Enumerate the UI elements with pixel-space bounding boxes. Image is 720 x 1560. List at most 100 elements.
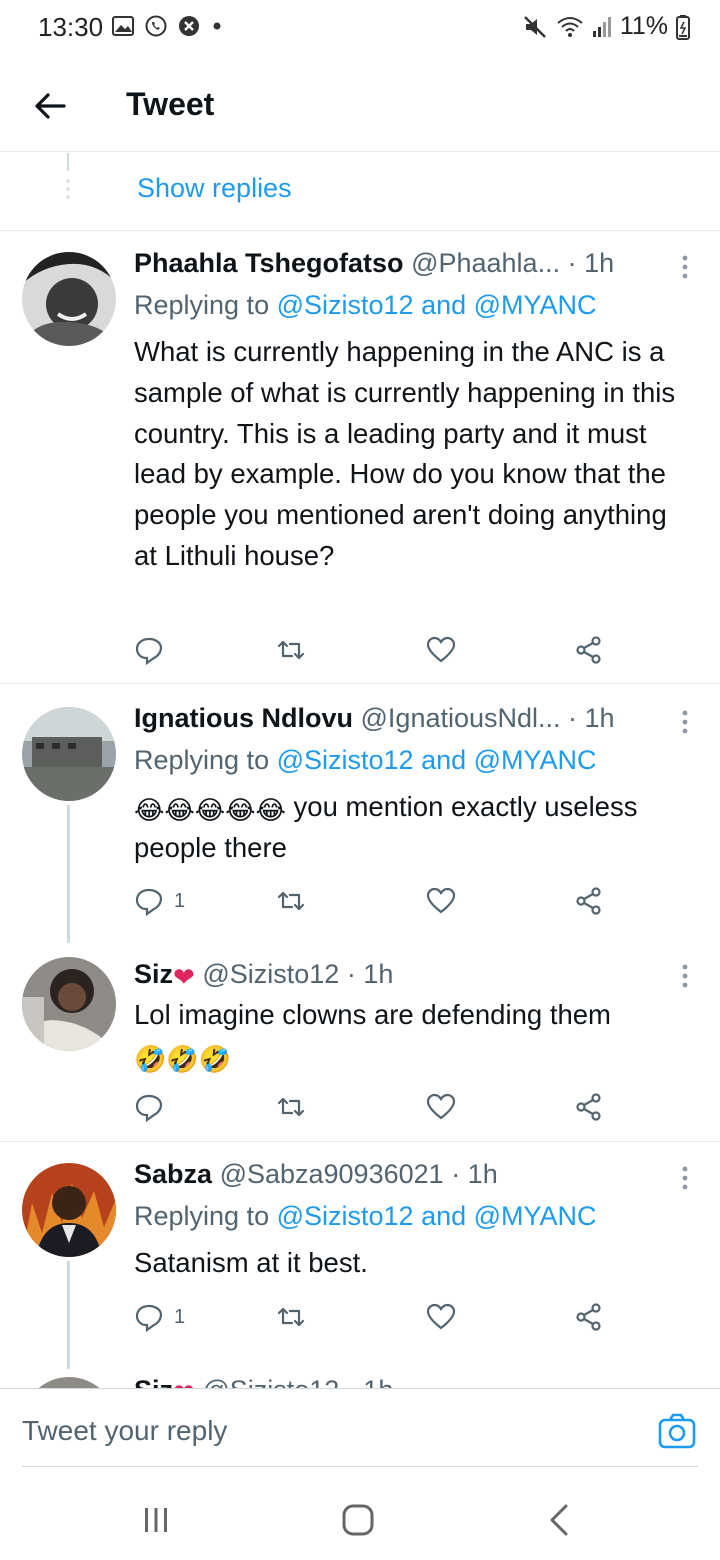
retweet-button[interactable] [276,883,306,919]
thread-connector-dots [66,153,70,199]
share-icon [576,636,601,664]
tweet-author-handle[interactable]: @Phaahla... [411,248,560,278]
tweet-author-handle[interactable]: @IgnatiousNdl... [361,703,561,733]
shield-icon [179,16,199,36]
replying-to-mentions[interactable]: @Sizisto12 and @MYANC [277,1201,597,1231]
replying-to: Replying to @Sizisto12 and @MYANC [134,745,597,775]
laughing-emoji: 😂😂😂😂😂 [134,795,286,825]
tweet-time: · 1h [567,248,615,278]
tweet-time: · 1h [346,959,394,989]
battery-icon [676,14,690,40]
share-button[interactable] [574,1089,604,1125]
tweet-author-name[interactable]: Siz [134,1375,173,1388]
tweet-time: · 1h [451,1159,498,1189]
like-button[interactable] [426,632,456,668]
reply-button[interactable] [134,1089,174,1125]
gallery-icon [112,16,134,36]
thread-line [67,1261,70,1369]
reply-icon [135,1304,163,1332]
tweet-author-handle[interactable]: @Sizisto12 [202,959,339,989]
tweet-time: · 1h [568,703,615,733]
tweet-actions [134,632,614,668]
tweet-author-handle[interactable]: @Sizisto12 [202,1375,339,1388]
reply-icon [135,888,163,916]
wifi-icon [557,16,583,37]
replying-to: Replying to @Sizisto12 and @MYANC [134,1201,597,1231]
more-options-icon[interactable] [680,252,690,282]
avatar[interactable] [22,957,116,1051]
rofl-emoji: 🤣🤣🤣 [134,1043,232,1074]
top-app-bar: Tweet [0,60,720,152]
share-button[interactable] [574,632,604,668]
tweet-text: Satanism at it best. [134,1247,368,1278]
reply-icon [135,1094,163,1122]
home-icon[interactable] [338,1500,378,1540]
tweet-author-name[interactable]: Phaahla Tshegofatso [134,248,404,278]
battery-percent: 11% [619,12,668,40]
more-options-icon[interactable] [680,707,690,737]
like-button[interactable] [426,1299,456,1335]
tweet-text: What is currently happening in the ANC i… [134,336,676,571]
share-icon [576,887,601,915]
reply-input[interactable]: Tweet your reply [22,1415,227,1447]
tweet-actions [134,1089,614,1125]
status-bar: 13:30 11% [0,0,720,60]
tweet-author-name[interactable]: Sabza [134,1159,212,1189]
avatar[interactable] [22,707,116,801]
heart-icon [426,636,456,663]
reply-icon [135,637,163,665]
more-options-icon[interactable] [680,1163,690,1193]
tweet[interactable]: Siz❤ @Sizisto12 · 1h [0,1369,720,1388]
tweet-author-name[interactable]: Ignatious Ndlovu [134,703,353,733]
tweet[interactable]: Phaahla Tshegofatso @Phaahla... · 1h Rep… [0,232,720,684]
replying-to-mentions[interactable]: @Sizisto12 and @MYANC [277,745,597,775]
tweet[interactable]: Sabza @Sabza90936021 · 1h Replying to @S… [0,1143,720,1369]
tweet-author-handle[interactable]: @Sabza90936021 [220,1159,444,1189]
tweet-text: 😂😂😂😂😂 you mention exactly useless people… [134,791,638,863]
reply-button[interactable]: 1 [134,883,185,919]
recent-apps-icon[interactable] [136,1500,176,1540]
tweet-author-name[interactable]: Siz [134,959,173,989]
avatar[interactable] [22,252,116,346]
retweet-button[interactable] [276,1299,306,1335]
back-arrow-icon[interactable] [30,86,70,126]
like-button[interactable] [426,883,456,919]
replying-to: Replying to @Sizisto12 and @MYANC [134,290,597,320]
share-button[interactable] [574,1299,604,1335]
reply-button[interactable] [134,632,174,668]
retweet-icon [277,891,305,911]
replying-to-mentions[interactable]: @Sizisto12 and @MYANC [277,290,597,320]
heart-icon [426,887,456,914]
system-nav-bar [0,1470,720,1560]
whatsapp-icon [145,15,167,37]
retweet-button[interactable] [276,632,306,668]
show-replies-link[interactable]: Show replies [137,173,292,204]
red-heart-emoji: ❤ [173,1380,195,1388]
tweet-actions: 1 [134,1299,614,1335]
avatar[interactable] [22,1377,116,1388]
back-nav-icon[interactable] [540,1500,580,1540]
heart-icon [426,1303,456,1330]
red-heart-emoji: ❤ [173,962,195,990]
reply-button[interactable]: 1 [134,1299,185,1335]
avatar[interactable] [22,1163,116,1257]
like-button[interactable] [426,1089,456,1125]
tweet[interactable]: Siz❤ @Sizisto12 · 1h Lol imagine clowns … [0,943,720,1142]
share-button[interactable] [574,883,604,919]
dot-icon [213,22,221,30]
tweet-text: Lol imagine clowns are defending them 🤣🤣🤣 [134,999,611,1074]
reply-input-underline [22,1466,698,1467]
retweet-icon [277,640,305,660]
mute-icon [523,15,546,38]
more-options-icon[interactable] [680,961,690,991]
camera-icon[interactable] [658,1413,696,1449]
tweet-time: · 1h [347,1375,394,1388]
reply-count: 1 [174,889,186,912]
retweet-icon [277,1307,305,1327]
status-time: 13:30 [38,12,104,42]
reply-count: 1 [174,1305,186,1328]
retweet-button[interactable] [276,1089,306,1125]
show-replies-row: Show replies [0,153,720,231]
tweet[interactable]: Ignatious Ndlovu @IgnatiousNdl... · 1h R… [0,685,720,943]
thread-line [67,805,70,943]
